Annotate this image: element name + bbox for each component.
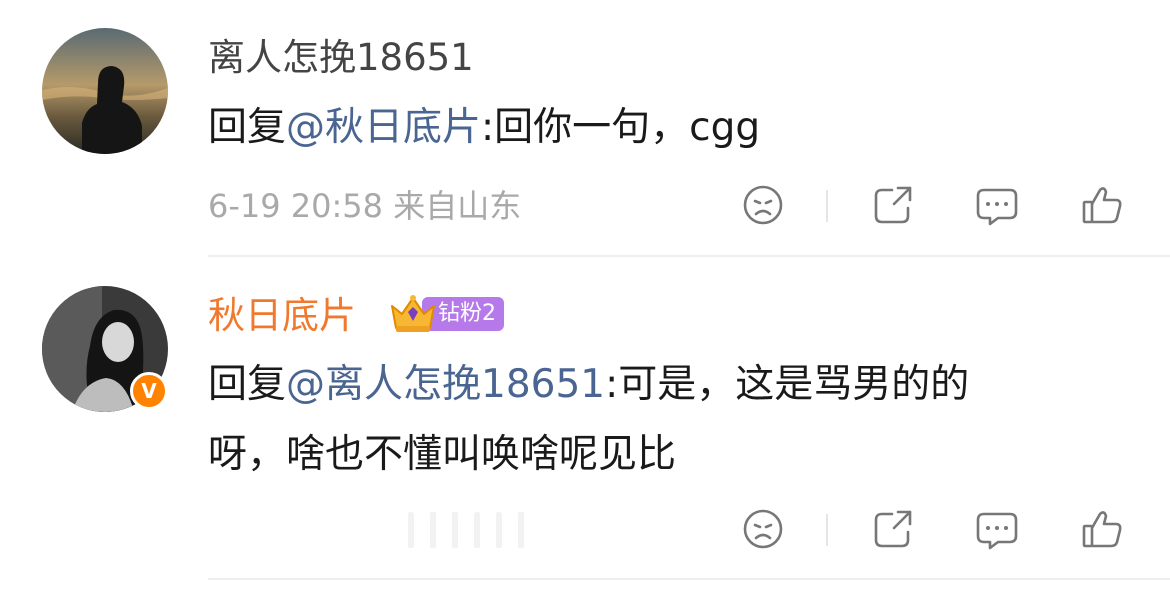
redacted-strip — [408, 512, 558, 548]
crown-icon — [391, 295, 435, 332]
mention-link[interactable]: @秋日底片 — [286, 105, 481, 150]
username[interactable]: 秋日底片 — [208, 294, 356, 338]
reply-prefix: 回复 — [208, 362, 287, 407]
comment-text: 回复@秋日底片:回你一句，cgg — [208, 93, 1108, 163]
action-bar — [740, 182, 1130, 228]
divider — [208, 578, 1170, 580]
separator — [826, 190, 828, 222]
dislike-face-icon[interactable] — [740, 182, 786, 228]
share-icon[interactable] — [870, 506, 916, 552]
reply-prefix: 回复 — [208, 105, 287, 150]
comment-body-line2: 呀，啥也不懂叫唤啥呢见比 — [208, 432, 677, 477]
comment-body-line1: :可是，这是骂男的的 — [605, 362, 970, 407]
like-thumb-icon[interactable] — [1080, 506, 1126, 552]
mention-link[interactable]: @离人怎挽18651 — [286, 362, 605, 407]
dislike-face-icon[interactable] — [740, 506, 786, 552]
timestamp: 6-19 20:58 — [208, 187, 384, 225]
comment-icon[interactable] — [974, 506, 1020, 552]
like-thumb-icon[interactable] — [1080, 182, 1126, 228]
separator — [826, 514, 828, 546]
verified-badge: V — [130, 372, 168, 410]
username[interactable]: 离人怎挽18651 — [208, 36, 474, 80]
divider — [208, 255, 1170, 257]
comment-icon[interactable] — [974, 182, 1020, 228]
share-icon[interactable] — [870, 182, 916, 228]
location: 来自山东 — [393, 187, 522, 225]
comment-meta: 6-19 20:58 来自山东 — [208, 186, 521, 226]
comment-text: 回复@离人怎挽18651:可是，这是骂男的的 呀，啥也不懂叫唤啥呢见比 — [208, 350, 1108, 490]
comment-body: :回你一句，cgg — [481, 105, 761, 150]
action-bar — [740, 506, 1130, 552]
avatar[interactable] — [42, 28, 168, 154]
fan-level-badge[interactable]: 钻粉2 — [388, 295, 504, 333]
